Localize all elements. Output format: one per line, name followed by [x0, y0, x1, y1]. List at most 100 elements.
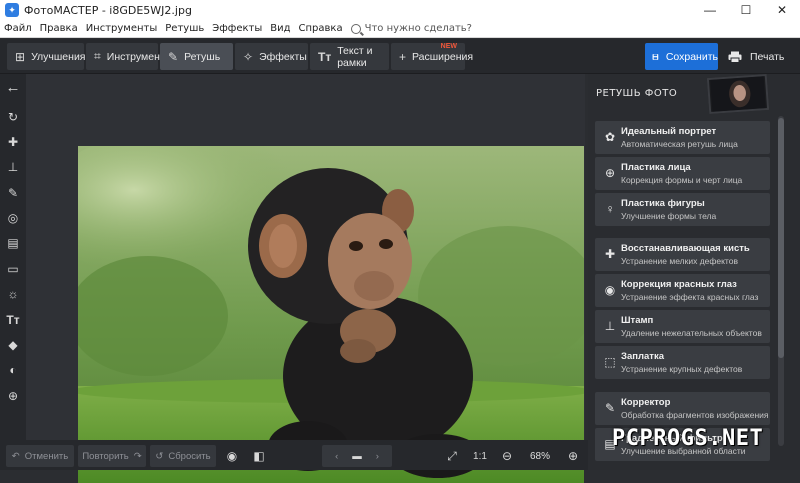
magic-wand-icon: ✧ — [243, 49, 254, 64]
undo-button[interactable]: ↶ Отменить — [6, 445, 74, 467]
ratio-label: 1:1 — [473, 450, 487, 462]
tab-label: Эффекты — [259, 50, 307, 63]
fill-icon[interactable]: ◆ — [4, 336, 22, 354]
tab-enhancements[interactable]: ⊞ Улучшения — [7, 43, 86, 70]
zoom-in-icon[interactable]: ⊕ — [562, 445, 584, 467]
stamp-icon[interactable]: ⊥ — [4, 158, 22, 176]
editor-canvas[interactable] — [26, 74, 585, 483]
brush-icon[interactable]: ✎ — [4, 184, 22, 202]
eye-icon: ◉ — [604, 283, 616, 297]
gradient-icon[interactable]: ▤ — [4, 234, 22, 252]
fit-screen-icon[interactable]: ⤢ — [441, 445, 463, 467]
menu-file[interactable]: Файл — [0, 23, 36, 34]
card-subtitle: Устранение крупных дефектов — [621, 364, 743, 374]
card-patch[interactable]: ⬚ Заплатка Устранение крупных дефектов — [595, 346, 770, 379]
tab-tools[interactable]: ⌗ Инструменты — [86, 43, 172, 70]
tab-extensions[interactable]: + Расширения NEW — [391, 43, 473, 70]
redo-label: Повторить — [82, 450, 129, 462]
focus-icon[interactable]: ◎ — [4, 209, 22, 227]
menu-tools[interactable]: Инструменты — [82, 23, 162, 34]
rotate-icon[interactable]: ↻ — [4, 108, 22, 126]
card-stamp[interactable]: ⊥ Штамп Удаление нежелательных объектов — [595, 310, 770, 343]
card-subtitle: Удаление нежелательных объектов — [621, 328, 762, 338]
compare-icon[interactable]: ◧ — [248, 445, 270, 467]
printer-icon — [728, 51, 742, 63]
tab-label: Ретушь — [184, 50, 221, 63]
card-title: Коррекция красных глаз — [621, 279, 737, 290]
watermark-text: PCPROGS.NET — [612, 426, 764, 451]
folder-icon[interactable]: ▬ — [352, 451, 362, 462]
crop-icon: ⌗ — [94, 49, 101, 63]
stamp-icon: ⊥ — [604, 319, 616, 333]
brush-icon: ✎ — [168, 49, 179, 64]
menu-retouch[interactable]: Ретушь — [161, 23, 208, 34]
panel-scrollbar[interactable] — [778, 116, 784, 446]
portrait-icon: ✿ — [604, 130, 616, 144]
menu-view[interactable]: Вид — [266, 23, 294, 34]
card-title: Корректор — [621, 397, 671, 408]
prev-file-icon[interactable]: ‹ — [335, 451, 338, 462]
menu-edit[interactable]: Правка — [36, 23, 82, 34]
redo-icon: ↷ — [133, 450, 142, 462]
text-icon[interactable]: Tт — [4, 311, 22, 329]
back-arrow-icon[interactable]: ← — [4, 78, 22, 96]
new-badge: NEW — [440, 43, 457, 50]
brightness-icon[interactable]: ☼ — [4, 285, 22, 303]
card-corrector[interactable]: ✎ Корректор Обработка фрагментов изображ… — [595, 392, 770, 425]
reset-icon: ↺ — [155, 450, 164, 462]
menu-help[interactable]: Справка — [295, 23, 347, 34]
maximize-button[interactable]: ☐ — [728, 0, 764, 20]
card-face-shape[interactable]: ⊕ Пластика лица Коррекция формы и черт л… — [595, 157, 770, 190]
preview-eye-icon[interactable]: ◉ — [221, 445, 243, 467]
card-title: Заплатка — [621, 351, 664, 362]
card-figure-shape[interactable]: ♀ Пластика фигуры Улучшение формы тела — [595, 193, 770, 226]
tab-label: Текст и рамки — [337, 44, 373, 69]
card-subtitle: Улучшение формы тела — [621, 211, 717, 221]
patch-icon: ⬚ — [604, 355, 616, 369]
menu-search[interactable]: Что нужно сделать? — [350, 23, 472, 34]
eye-icon[interactable]: ◐ — [4, 361, 22, 379]
print-button[interactable]: Печать — [722, 43, 792, 70]
save-button[interactable]: Сохранить — [645, 43, 718, 70]
card-title: Восстанавливающая кисть — [621, 243, 750, 254]
minimize-button[interactable]: — — [692, 0, 728, 20]
app-logo-icon: ✦ — [5, 3, 19, 17]
next-file-icon[interactable]: › — [376, 451, 379, 462]
floppy-disk-icon — [652, 53, 659, 60]
close-button[interactable]: ✕ — [764, 0, 800, 20]
chimpanzee-photo[interactable] — [78, 146, 584, 483]
vignette-icon[interactable]: ▭ — [4, 260, 22, 278]
card-red-eye[interactable]: ◉ Коррекция красных глаз Устранение эффе… — [595, 274, 770, 307]
card-ideal-portrait[interactable]: ✿ Идеальный портрет Автоматическая ретуш… — [595, 121, 770, 154]
scrollbar-thumb[interactable] — [778, 118, 784, 358]
window-title: ФотоМАСТЕР - i8GDE5WJ2.jpg — [24, 3, 192, 17]
reset-button[interactable]: ↺ Сбросить — [150, 445, 216, 467]
title-bar: ✦ ФотоМАСТЕР - i8GDE5WJ2.jpg — ☐ ✕ — [0, 0, 800, 20]
tab-label: Расширения — [412, 50, 474, 63]
save-label: Сохранить — [665, 50, 718, 63]
redo-button[interactable]: Повторить ↷ — [78, 445, 146, 467]
menu-effects[interactable]: Эффекты — [208, 23, 266, 34]
card-subtitle: Коррекция формы и черт лица — [621, 175, 743, 185]
file-nav-group: ‹ ▬ › — [322, 445, 392, 467]
zoom-out-icon[interactable]: ⊖ — [496, 445, 518, 467]
print-label: Печать — [750, 50, 785, 63]
globe-icon[interactable]: ⊕ — [4, 387, 22, 405]
actual-size-button[interactable]: 1:1 — [468, 445, 492, 467]
zoom-level: 68% — [529, 450, 550, 462]
tab-effects[interactable]: ✧ Эффекты — [235, 43, 308, 70]
portrait-thumbnail — [706, 73, 770, 115]
text-icon: Tт — [318, 49, 332, 64]
card-title: Штамп — [621, 315, 654, 326]
bottom-bar: ↶ Отменить Повторить ↷ ↺ Сбросить ◉ ◧ ‹ … — [0, 440, 588, 470]
undo-label: Отменить — [24, 450, 69, 462]
bandage-icon[interactable]: ✚ — [4, 133, 22, 151]
card-healing-brush[interactable]: ✚ Восстанавливающая кисть Устранение мел… — [595, 238, 770, 271]
card-subtitle: Устранение мелких дефектов — [621, 256, 738, 266]
tab-text-frames[interactable]: Tт Текст и рамки — [310, 43, 389, 70]
card-title: Пластика лица — [621, 162, 691, 173]
left-tool-rail: ← ↻ ✚ ⊥ ✎ ◎ ▤ ▭ ☼ Tт ◆ ◐ ⊕ — [0, 74, 26, 440]
card-title: Идеальный портрет — [621, 126, 717, 137]
tab-retouch[interactable]: ✎ Ретушь — [160, 43, 233, 70]
tab-label: Улучшения — [31, 50, 86, 63]
